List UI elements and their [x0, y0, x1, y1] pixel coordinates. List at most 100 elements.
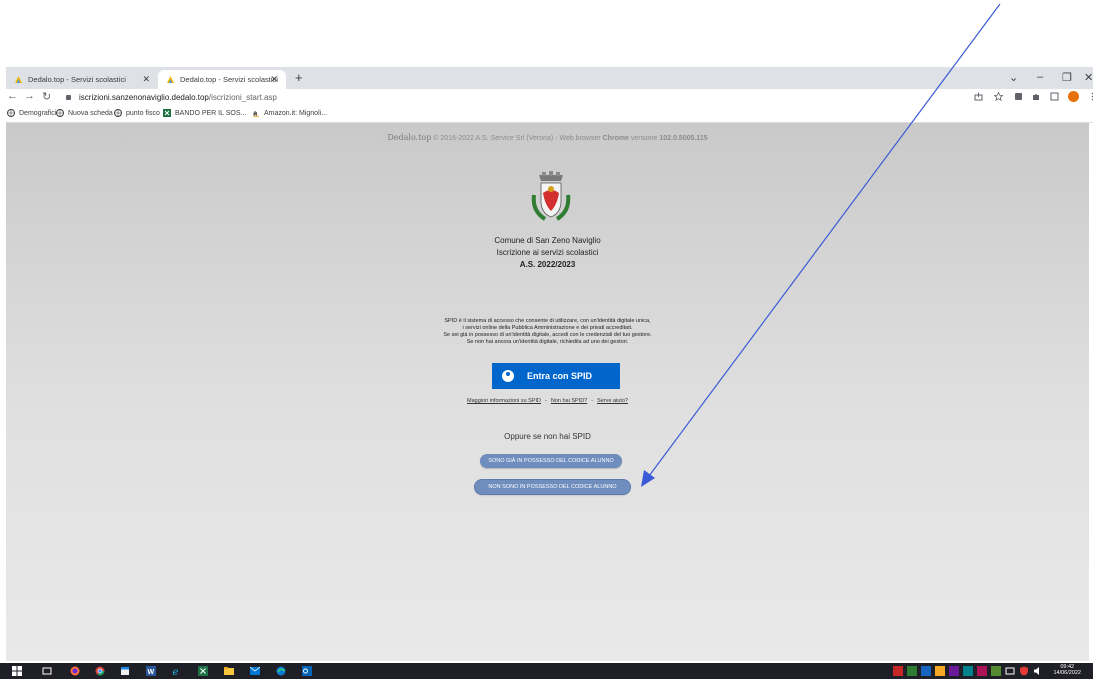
tab-label: Dedalo.top - Servizi scolastici	[28, 75, 126, 84]
clock-date: 14/06/2022	[1053, 670, 1081, 676]
restore-icon[interactable]: ❐	[1062, 71, 1072, 84]
bookmarks-bar: Demografici Nuova scheda punto fisco BAN…	[6, 107, 1093, 123]
forward-icon[interactable]: →	[24, 90, 35, 102]
browser-name: Chrome	[602, 135, 629, 142]
bookmark-label: BANDO PER IL SOS...	[175, 109, 247, 117]
svg-text:e: e	[173, 667, 179, 676]
no-spid-link[interactable]: Non hai SPID?	[551, 398, 587, 404]
reload-icon[interactable]: ↻	[42, 90, 51, 103]
windows-start-icon[interactable]	[12, 666, 22, 676]
side-panel-icon[interactable]	[1050, 92, 1059, 101]
spid-login-button[interactable]: Entra con SPID	[492, 363, 620, 389]
tray-app-icon[interactable]	[949, 666, 959, 676]
school-year: A.S. 2022/2023	[519, 260, 576, 269]
globe-icon	[56, 109, 64, 117]
taskbar-clock[interactable]: 09:42 14/06/2022	[1053, 664, 1081, 676]
share-icon[interactable]	[974, 92, 983, 101]
tray-app-icon[interactable]	[907, 666, 917, 676]
lock-icon	[66, 95, 71, 100]
tray-app-icon[interactable]	[991, 666, 1001, 676]
back-icon[interactable]: ←	[7, 90, 18, 102]
has-student-code-button[interactable]: SONO GIÀ IN POSSESSO DEL CODICE ALUNNO	[480, 454, 622, 468]
bookmark-demografici[interactable]: Demografici	[7, 109, 56, 117]
address-bar[interactable]: iscrizioni.sanzenonaviglio.dedalo.top/is…	[66, 90, 1016, 105]
extension-icon[interactable]	[1014, 92, 1023, 101]
tray-app-icon[interactable]	[977, 666, 987, 676]
mail-app-icon[interactable]	[250, 666, 260, 676]
spid-button-label: Entra con SPID	[527, 371, 593, 381]
globe-icon	[7, 109, 15, 117]
tray-app-icon[interactable]	[935, 666, 945, 676]
internet-explorer-icon[interactable]: e	[172, 666, 182, 676]
bookmark-star-icon[interactable]	[994, 92, 1003, 101]
brand-name: Dedalo.top	[387, 133, 432, 142]
tab-close-icon[interactable]: ✕	[270, 74, 278, 85]
tab-dedalo-1[interactable]: Dedalo.top - Servizi scolastici ✕	[6, 70, 158, 89]
browser-version: 102.0.5005.115	[659, 135, 708, 142]
bookmark-nuova-scheda[interactable]: Nuova scheda	[56, 109, 113, 117]
minimize-icon[interactable]: –	[1037, 71, 1043, 83]
no-student-code-button[interactable]: NON SONO IN POSSESSO DEL CODICE ALUNNO	[475, 480, 630, 494]
municipal-crest-icon	[531, 171, 571, 221]
calendar-app-icon[interactable]	[120, 666, 130, 676]
volume-icon[interactable]	[1033, 666, 1043, 676]
help-link[interactable]: Serve aiuto?	[597, 398, 628, 404]
comune-name: Comune di San Zeno Naviglio	[494, 236, 601, 245]
bookmark-bando[interactable]: BANDO PER IL SOS...	[163, 109, 246, 117]
user-icon	[502, 370, 514, 382]
profile-avatar-icon[interactable]	[1068, 91, 1079, 102]
network-icon[interactable]	[1005, 666, 1015, 676]
taskbar: W e 09:42 14/06/2022	[0, 663, 1093, 679]
chrome-icon[interactable]	[95, 666, 105, 676]
spid-desc-line: SPID è il sistema di accesso che consent…	[444, 318, 651, 324]
page-content: Dedalo.top © 2016-2022 A.S. Service Srl …	[6, 123, 1089, 661]
new-tab-icon[interactable]: +	[295, 70, 303, 85]
link-separator: -	[591, 398, 594, 404]
tab-strip: Dedalo.top - Servizi scolastici ✕ Dedalo…	[6, 67, 1093, 89]
tab-search-chevron-icon[interactable]: ⌄	[1009, 71, 1018, 84]
firefox-icon[interactable]	[70, 666, 80, 676]
link-separator: -	[545, 398, 547, 404]
tab-label: Dedalo.top - Servizi scolastici	[180, 75, 278, 84]
file-explorer-icon[interactable]	[224, 666, 234, 676]
version-label: versione	[628, 135, 660, 142]
tab-dedalo-2[interactable]: Dedalo.top - Servizi scolastici ✕	[158, 70, 286, 89]
spid-description: SPID è il sistema di accesso che consent…	[6, 318, 1089, 346]
spid-desc-line: Se sei già in possesso di un'identità di…	[443, 332, 652, 338]
tray-app-icon[interactable]	[893, 666, 903, 676]
puzzle-extensions-icon[interactable]	[1032, 92, 1041, 101]
spid-info-link[interactable]: Maggiori informazioni su SPID	[467, 398, 541, 404]
close-window-icon[interactable]: ✕	[1084, 71, 1093, 84]
security-icon[interactable]	[1019, 666, 1029, 676]
bookmark-label: Nuova scheda	[68, 109, 113, 117]
bookmark-label: Demografici	[19, 109, 57, 117]
alternative-heading: Oppure se non hai SPID	[504, 432, 591, 441]
tray-app-icon[interactable]	[963, 666, 973, 676]
svg-text:W: W	[148, 669, 155, 676]
browser-menu-icon[interactable]	[1088, 92, 1093, 101]
excel-icon	[163, 109, 171, 117]
dedalo-favicon-icon	[166, 75, 175, 84]
spid-desc-line: Se non hai ancora un'identità digitale, …	[466, 339, 629, 345]
copyright-text: © 2016-2022 A.S. Service Srl (Verona) - …	[433, 135, 603, 142]
task-view-icon[interactable]	[42, 666, 52, 676]
word-icon[interactable]: W	[146, 666, 156, 676]
bookmark-amazon[interactable]: a Amazon.it: Mignoli...	[252, 109, 328, 118]
globe-icon	[114, 109, 122, 117]
url-path: /iscrizioni_start.asp	[208, 93, 277, 102]
url-host: iscrizioni.sanzenonaviglio.dedalo.top	[79, 93, 209, 102]
bookmark-punto-fisco[interactable]: punto fisco	[114, 109, 160, 117]
bookmark-label: Amazon.it: Mignoli...	[264, 109, 328, 117]
dedalo-favicon-icon	[14, 75, 23, 84]
outlook-icon[interactable]	[302, 666, 312, 676]
spid-desc-line: i servizi online della Pubblica Amminist…	[462, 325, 633, 331]
service-title: Iscrizione ai servizi scolastici	[496, 248, 599, 257]
spid-links: Maggiori informazioni su SPID - Non hai SP…	[6, 398, 1089, 404]
edge-icon[interactable]	[276, 666, 286, 676]
bookmark-label: punto fisco	[126, 109, 160, 117]
tab-close-icon[interactable]: ✕	[142, 74, 150, 85]
excel-icon[interactable]	[198, 666, 208, 676]
tray-app-icon[interactable]	[921, 666, 931, 676]
browser-toolbar: ← → ↻ iscrizioni.sanzenonaviglio.dedalo.…	[6, 89, 1093, 107]
amazon-icon: a	[252, 109, 260, 118]
